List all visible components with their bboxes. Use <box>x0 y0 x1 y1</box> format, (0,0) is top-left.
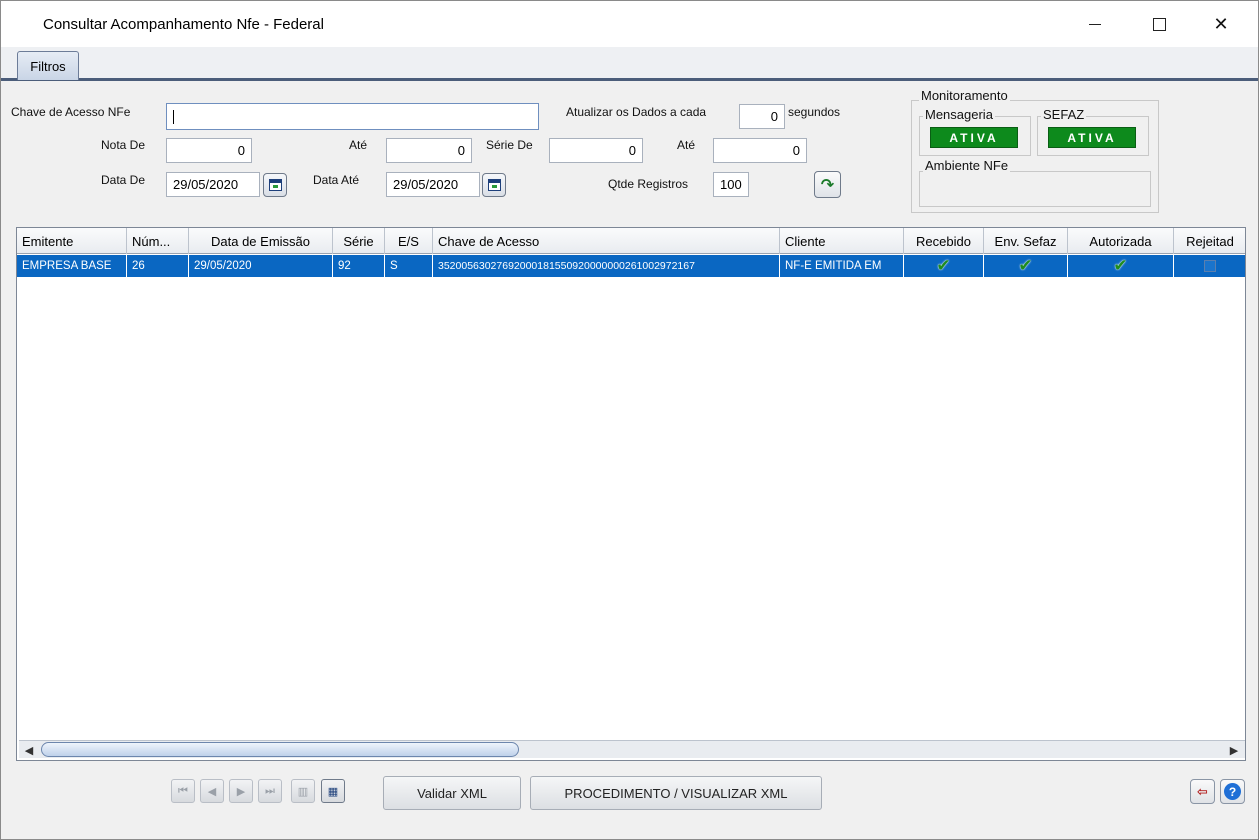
cell-numero: 26 <box>127 255 189 277</box>
nota-ate-label: Até <box>349 138 368 152</box>
text-caret <box>173 109 174 124</box>
nota-de-label: Nota De <box>101 138 146 152</box>
serie-ate-label: Até <box>677 138 696 152</box>
horizontal-scrollbar[interactable]: ◀ ▶ <box>19 740 1245 758</box>
help-icon: ? <box>1224 783 1241 800</box>
segundos-label: segundos <box>788 105 841 119</box>
cell-env-sefaz: ✔ <box>984 255 1068 277</box>
col-numero[interactable]: Núm... <box>127 228 189 254</box>
col-emitente[interactable]: Emitente <box>17 228 127 254</box>
mensageria-status-badge: ATIVA <box>930 127 1018 148</box>
close-button[interactable]: ✕ <box>1191 1 1251 47</box>
scroll-left-icon[interactable]: ◀ <box>21 742 37 758</box>
last-record-button[interactable]: ⏭ <box>258 779 282 803</box>
refresh-icon: ↷ <box>820 176 835 194</box>
help-button[interactable]: ? <box>1220 779 1245 804</box>
qtde-input[interactable]: 100 <box>713 172 749 197</box>
last-icon: ⏭ <box>265 784 275 797</box>
col-env-sefaz[interactable]: Env. Sefaz <box>984 228 1068 254</box>
next-record-button[interactable]: ▶ <box>229 779 253 803</box>
title-bar: Consultar Acompanhamento Nfe - Federal ✕ <box>1 1 1258 47</box>
cell-es: S <box>385 255 433 277</box>
col-chave-acesso[interactable]: Chave de Acesso <box>433 228 780 254</box>
col-rejeitada[interactable]: Rejeitad <box>1174 228 1246 254</box>
col-es[interactable]: E/S <box>385 228 433 254</box>
cell-data-emissao: 29/05/2020 <box>189 255 333 277</box>
grid-view-button[interactable]: ▥ <box>291 779 315 803</box>
atualizar-label: Atualizar os Dados a cada <box>566 105 707 119</box>
next-icon: ▶ <box>236 785 246 798</box>
cell-recebido: ✔ <box>904 255 984 277</box>
check-icon: ✔ <box>1113 256 1128 275</box>
calendar-icon <box>268 179 282 191</box>
rejeitada-checkbox[interactable] <box>1203 260 1216 272</box>
export-button[interactable]: ▦ <box>321 779 345 803</box>
close-icon: ✕ <box>1213 13 1229 34</box>
chave-label: Chave de Acesso NFe <box>11 105 131 119</box>
first-record-button[interactable]: ⏮ <box>171 779 195 803</box>
tab-filtros[interactable]: Filtros <box>17 51 79 80</box>
check-icon: ✔ <box>1018 256 1033 275</box>
ambiente-label: Ambiente NFe <box>923 158 1011 173</box>
prev-icon: ◀ <box>207 785 217 798</box>
tab-strip: Filtros <box>1 47 1258 81</box>
col-data-emissao[interactable]: Data de Emissão <box>189 228 333 254</box>
col-cliente[interactable]: Cliente <box>780 228 904 254</box>
exit-icon: ⇦ <box>1197 783 1208 799</box>
cell-chave-acesso: 3520056302769200018155092000000026100297… <box>433 255 780 277</box>
prev-record-button[interactable]: ◀ <box>200 779 224 803</box>
scroll-right-icon[interactable]: ▶ <box>1226 742 1242 758</box>
data-de-input[interactable]: 29/05/2020 <box>166 172 260 197</box>
check-icon: ✔ <box>936 256 951 275</box>
serie-ate-input[interactable]: 0 <box>713 138 807 163</box>
monitoring-title: Monitoramento <box>919 88 1010 103</box>
serie-de-label: Série De <box>486 138 533 152</box>
maximize-icon <box>1152 17 1166 31</box>
nota-de-input[interactable]: 0 <box>166 138 252 163</box>
data-ate-input[interactable]: 29/05/2020 <box>386 172 480 197</box>
window-title: Consultar Acompanhamento Nfe - Federal <box>43 16 324 33</box>
export-icon: ▦ <box>327 785 339 798</box>
mensageria-label: Mensageria <box>923 107 995 122</box>
calendar-icon <box>487 179 501 191</box>
maximize-button[interactable] <box>1129 1 1189 47</box>
cell-emitente: EMPRESA BASE <box>17 255 127 277</box>
data-ate-label: Data Até <box>313 173 360 187</box>
atualizar-input[interactable]: 0 <box>739 104 785 129</box>
table-row[interactable]: EMPRESA BASE 26 29/05/2020 92 S 35200563… <box>17 255 1245 277</box>
main-window: Consultar Acompanhamento Nfe - Federal ✕… <box>0 0 1259 840</box>
data-de-calendar-button[interactable] <box>263 173 287 197</box>
col-recebido[interactable]: Recebido <box>904 228 984 254</box>
minimize-button[interactable] <box>1065 1 1125 47</box>
cell-cliente: NF-E EMITIDA EM <box>780 255 904 277</box>
col-autorizada[interactable]: Autorizada <box>1068 228 1174 254</box>
cell-autorizada: ✔ <box>1068 255 1174 277</box>
cell-serie: 92 <box>333 255 385 277</box>
data-de-label: Data De <box>101 173 146 187</box>
procedimento-visualizar-xml-button[interactable]: PROCEDIMENTO / VISUALIZAR XML <box>530 776 822 810</box>
exit-button[interactable]: ⇦ <box>1190 779 1215 804</box>
serie-de-input[interactable]: 0 <box>549 138 643 163</box>
minimize-icon <box>1089 23 1101 25</box>
first-icon: ⏮ <box>178 784 188 797</box>
col-serie[interactable]: Série <box>333 228 385 254</box>
grid-header: Emitente Núm... Data de Emissão Série E/… <box>17 228 1245 254</box>
grid-icon: ▥ <box>297 785 309 798</box>
chave-input[interactable] <box>166 103 539 130</box>
data-ate-calendar-button[interactable] <box>482 173 506 197</box>
qtde-label: Qtde Registros <box>608 177 689 191</box>
scrollbar-thumb[interactable] <box>41 742 519 757</box>
ambiente-group <box>919 171 1151 207</box>
nota-ate-input[interactable]: 0 <box>386 138 472 163</box>
validar-xml-button[interactable]: Validar XML <box>383 776 521 810</box>
refresh-button[interactable]: ↷ <box>814 171 841 198</box>
results-grid[interactable]: Emitente Núm... Data de Emissão Série E/… <box>16 227 1246 761</box>
sefaz-label: SEFAZ <box>1041 107 1087 122</box>
sefaz-status-badge: ATIVA <box>1048 127 1136 148</box>
cell-rejeitada <box>1174 255 1245 277</box>
